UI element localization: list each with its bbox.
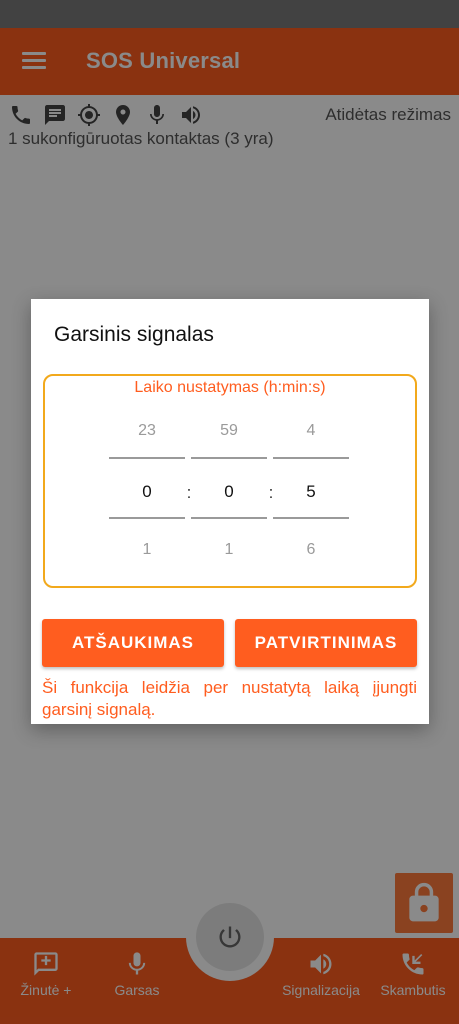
hours-picker[interactable]: 23 0 1: [109, 416, 185, 576]
seconds-current-value[interactable]: 5: [273, 482, 349, 502]
picker-divider: [273, 457, 349, 459]
hours-next-value[interactable]: 1: [109, 541, 185, 559]
cancel-button[interactable]: ATŠAUKIMAS: [42, 619, 224, 667]
minutes-picker[interactable]: 59 0 1: [191, 416, 267, 576]
dialog-help-text: Ši funkcija leidžia per nustatytą laiką …: [42, 678, 417, 719]
dialog-title: Garsinis signalas: [54, 323, 214, 346]
picker-divider: [273, 517, 349, 519]
picker-divider: [191, 517, 267, 519]
picker-divider: [109, 457, 185, 459]
picker-divider: [191, 457, 267, 459]
time-picker-caption: Laiko nustatymas (h:min:s): [134, 379, 326, 396]
minutes-next-value[interactable]: 1: [191, 541, 267, 559]
hours-prev-value[interactable]: 23: [109, 422, 185, 440]
minutes-prev-value[interactable]: 59: [191, 422, 267, 440]
seconds-next-value[interactable]: 6: [273, 541, 349, 559]
confirm-button[interactable]: PATVIRTINIMAS: [235, 619, 417, 667]
minutes-current-value[interactable]: 0: [191, 482, 267, 502]
seconds-prev-value[interactable]: 4: [273, 422, 349, 440]
seconds-picker[interactable]: 4 5 6: [273, 416, 349, 576]
hours-current-value[interactable]: 0: [109, 482, 185, 502]
picker-divider: [109, 517, 185, 519]
sound-signal-dialog: Garsinis signalas Laiko nustatymas (h:mi…: [31, 299, 429, 724]
time-picker-frame: Laiko nustatymas (h:min:s) 23 0 1 : 59 0…: [43, 374, 417, 588]
